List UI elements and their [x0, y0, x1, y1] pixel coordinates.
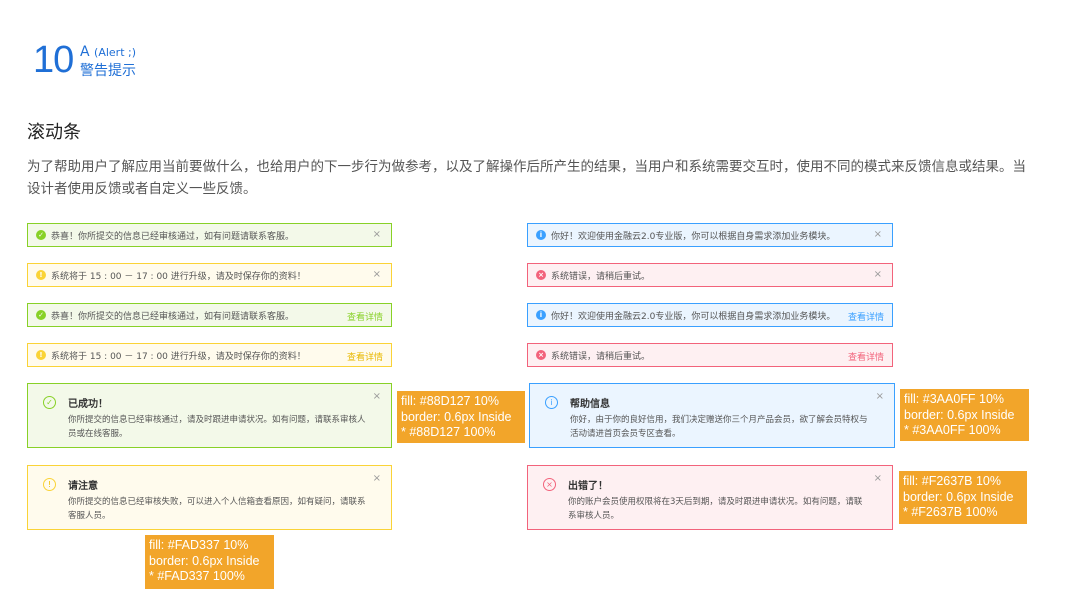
alert-text: 系统错误，请稍后重试。: [551, 271, 651, 282]
error-alert-with-link: × 系统错误，请稍后重试。 查看详情: [527, 343, 893, 367]
info-circle-icon: i: [545, 396, 558, 409]
close-circle-icon: ×: [543, 478, 556, 491]
alert-title: 帮助信息: [570, 399, 610, 410]
note-line: fill: #88D127 10%: [401, 394, 499, 408]
alert-text: 恭喜！你所提交的信息已经审核通过，如有问题请联系客服。: [51, 311, 295, 322]
note-line: fill: #3AA0FF 10%: [904, 392, 1005, 406]
check-circle-icon: ✓: [43, 396, 56, 409]
info-alert-large: i 帮助信息 你好，由于你的良好信用，我们决定赠送你三个月产品会员，欲了解会员特…: [529, 383, 895, 448]
close-circle-icon: ×: [536, 350, 546, 360]
note-line: * #3AA0FF 100%: [904, 423, 1001, 437]
spec-note-info: fill: #3AA0FF 10% border: 0.6px Inside *…: [900, 389, 1029, 441]
close-icon[interactable]: ×: [876, 391, 884, 402]
note-line: * #88D127 100%: [401, 425, 496, 439]
note-line: fill: #F2637B 10%: [903, 474, 1001, 488]
section-cn-title: 警告提示: [80, 63, 136, 79]
section-number: 10: [33, 39, 74, 81]
warning-alert-large: ! 请注意 你所提交的信息已经审核失败，可以进入个人信箱查看原因，如有疑问，请联…: [27, 465, 392, 530]
alert-title: 出错了！: [568, 481, 608, 492]
spec-note-error: fill: #F2637B 10% border: 0.6px Inside *…: [899, 471, 1027, 524]
close-icon[interactable]: ×: [373, 473, 381, 484]
view-details-link[interactable]: 查看详情: [848, 350, 884, 363]
note-line: * #FAD337 100%: [149, 569, 245, 583]
error-alert-large: × 出错了！ 你的账户会员使用权限将在3天后到期，请及时跟进申请状况。如有问题，…: [527, 465, 893, 530]
view-details-link[interactable]: 查看详情: [347, 350, 383, 363]
spec-note-warning: fill: #FAD337 10% border: 0.6px Inside *…: [145, 535, 274, 589]
note-line: border: 0.6px Inside: [401, 409, 512, 424]
alert-text: 你好！欢迎使用金融云2.0专业版，你可以根据自身需求添加业务模块。: [551, 311, 836, 322]
alert-body: 你所提交的信息已经审核失败，可以进入个人信箱查看原因，如有疑问，请联系客服人员。: [68, 497, 366, 521]
note-line: border: 0.6px Inside: [904, 407, 1015, 422]
page-title: 滚动条: [27, 122, 81, 143]
success-alert-with-link: ✓ 恭喜！你所提交的信息已经审核通过，如有问题请联系客服。 查看详情: [27, 303, 392, 327]
check-circle-icon: ✓: [36, 310, 46, 320]
error-alert: × 系统错误，请稍后重试。 ×: [527, 263, 893, 287]
view-details-link[interactable]: 查看详情: [848, 310, 884, 323]
alert-text: 你好！欢迎使用金融云2.0专业版，你可以根据自身需求添加业务模块。: [551, 231, 836, 242]
success-alert: ✓ 恭喜！你所提交的信息已经审核通过，如有问题请联系客服。 ×: [27, 223, 392, 247]
close-icon[interactable]: ×: [874, 229, 882, 240]
note-line: * #F2637B 100%: [903, 505, 998, 519]
warning-alert-with-link: ! 系统将于 15 : 00 － 17 : 00 进行升级，请及时保存你的资料！…: [27, 343, 392, 367]
note-line: border: 0.6px Inside: [903, 489, 1014, 504]
close-icon[interactable]: ×: [373, 269, 381, 280]
success-alert-large: ✓ 已成功！ 你所提交的信息已经审核通过，请及时跟进申请状况。如有问题，请联系审…: [27, 383, 392, 448]
close-circle-icon: ×: [536, 270, 546, 280]
alert-text: 系统将于 15 : 00 － 17 : 00 进行升级，请及时保存你的资料！: [51, 351, 306, 362]
warning-alert: ! 系统将于 15 : 00 － 17 : 00 进行升级，请及时保存你的资料！…: [27, 263, 392, 287]
alert-text: 系统错误，请稍后重试。: [551, 351, 651, 362]
alert-body: 你好，由于你的良好信用，我们决定赠送你三个月产品会员，欲了解会员特权与活动请进首…: [570, 415, 868, 439]
view-details-link[interactable]: 查看详情: [347, 310, 383, 323]
exclamation-circle-icon: !: [36, 270, 46, 280]
alert-title: 请注意: [68, 481, 98, 492]
alert-title: 已成功！: [68, 399, 108, 410]
note-line: border: 0.6px Inside: [149, 553, 260, 568]
alert-body: 你所提交的信息已经审核通过，请及时跟进申请状况。如有问题，请联系审核人员或在线客…: [68, 415, 366, 439]
spec-note-success: fill: #88D127 10% border: 0.6px Inside *…: [397, 391, 525, 443]
note-line: fill: #FAD337 10%: [149, 538, 249, 552]
alert-text: 恭喜！你所提交的信息已经审核通过，如有问题请联系客服。: [51, 231, 295, 242]
alert-body: 你的账户会员使用权限将在3天后到期，请及时跟进申请状况。如有问题，请联系审核人员…: [568, 497, 863, 521]
close-icon[interactable]: ×: [874, 473, 882, 484]
section-en-title: (Alert ;): [94, 46, 137, 59]
check-circle-icon: ✓: [36, 230, 46, 240]
info-alert-with-link: i 你好！欢迎使用金融云2.0专业版，你可以根据自身需求添加业务模块。 查看详情: [527, 303, 893, 327]
section-letter-text: A: [80, 44, 90, 60]
info-alert: i 你好！欢迎使用金融云2.0专业版，你可以根据自身需求添加业务模块。 ×: [527, 223, 893, 247]
alert-text: 系统将于 15 : 00 － 17 : 00 进行升级，请及时保存你的资料！: [51, 271, 306, 282]
info-circle-icon: i: [536, 310, 546, 320]
info-circle-icon: i: [536, 230, 546, 240]
page-description: 为了帮助用户了解应用当前要做什么，也给用户的下一步行为做参考，以及了解操作后所产…: [27, 159, 1026, 197]
close-icon[interactable]: ×: [874, 269, 882, 280]
exclamation-circle-icon: !: [36, 350, 46, 360]
close-icon[interactable]: ×: [373, 229, 381, 240]
section-letter: A (Alert ;): [80, 44, 136, 61]
close-icon[interactable]: ×: [373, 391, 381, 402]
exclamation-circle-icon: !: [43, 478, 56, 491]
